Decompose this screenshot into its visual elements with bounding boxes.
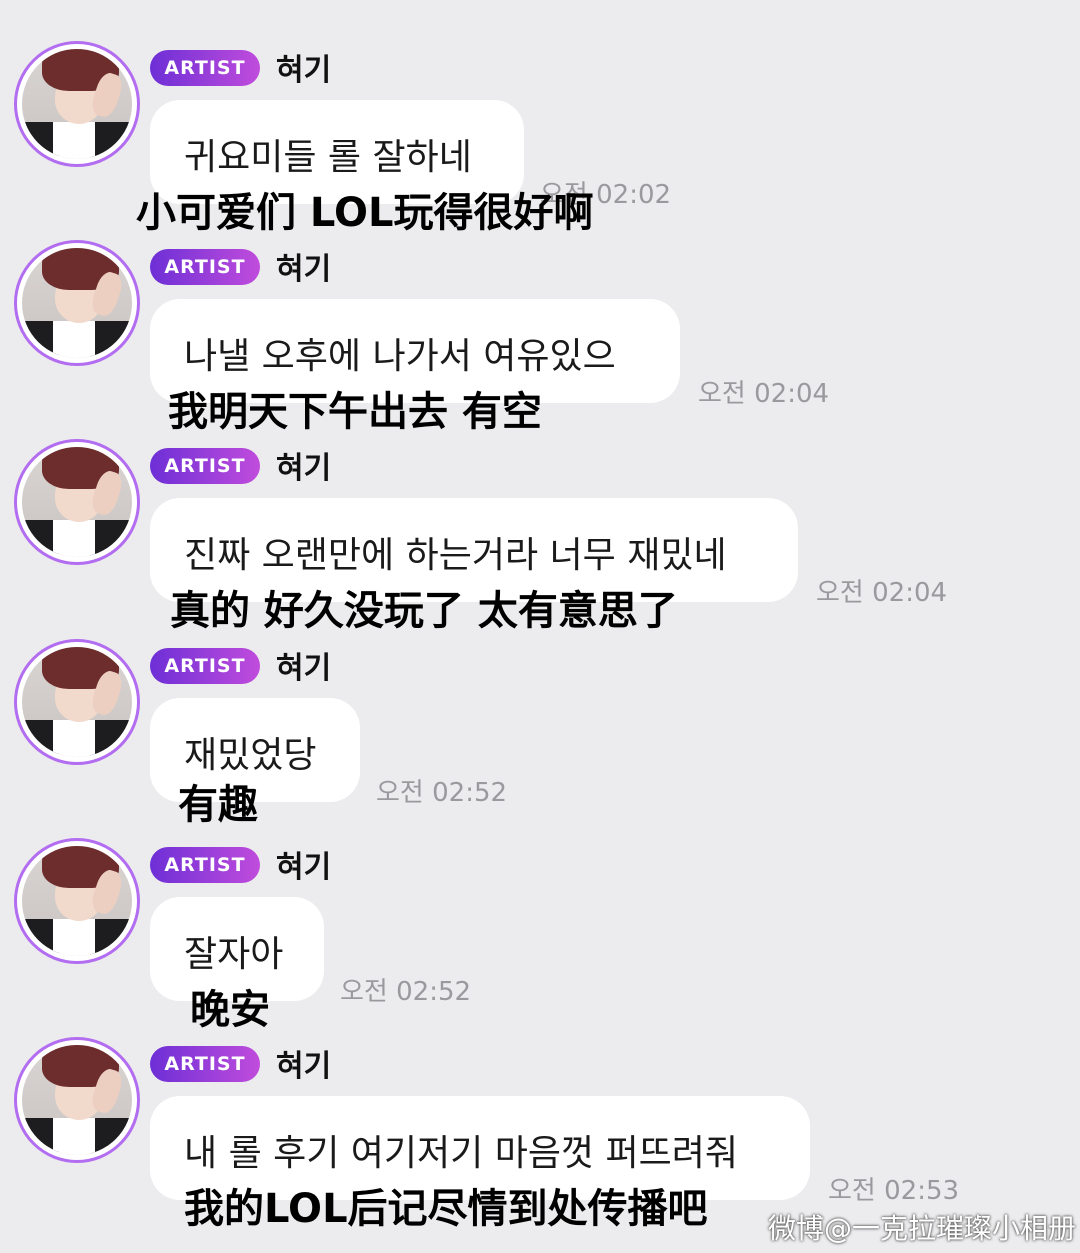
artist-badge: ARTIST xyxy=(150,847,260,883)
sender-name: 혀기 xyxy=(276,53,332,88)
message-text: 진짜 오랜만에 하는거라 너무 재밌네 xyxy=(184,535,727,576)
translation-caption: 我明天下午出去 有空 xyxy=(168,389,542,435)
message-text: 나낼 오후에 나가서 여유있으 xyxy=(184,336,616,377)
sender-name: 혀기 xyxy=(276,252,332,287)
translation-caption: 有趣 xyxy=(178,782,258,828)
weibo-watermark: 微博@一克拉璀璨小相册 xyxy=(768,1212,1077,1245)
message-text: 잘자아 xyxy=(184,934,284,975)
chat-message: ARTIST 혀기 잘자아 오전 02:52 晚安 xyxy=(0,838,1080,1046)
chat-message: ARTIST 혀기 재밌었당 오전 02:52 有趣 xyxy=(0,639,1080,847)
artist-badge: ARTIST xyxy=(150,249,260,285)
translation-caption: 我的LOL后记尽情到处传播吧 xyxy=(184,1186,708,1232)
chat-message: ARTIST 혀기 나낼 오후에 나가서 여유있으 오전 02:04 我明天下午… xyxy=(0,240,1080,448)
artist-avatar[interactable] xyxy=(14,240,140,366)
artist-avatar[interactable] xyxy=(14,838,140,964)
translation-caption: 晚安 xyxy=(190,987,270,1033)
sender-name: 혀기 xyxy=(276,1049,332,1084)
message-time: 오전 02:04 xyxy=(698,379,830,409)
message-time: 오전 02:52 xyxy=(376,778,508,808)
artist-badge: ARTIST xyxy=(150,1046,260,1082)
artist-avatar[interactable] xyxy=(14,639,140,765)
message-time: 오전 02:04 xyxy=(816,578,948,608)
sender-name: 혀기 xyxy=(276,451,332,486)
translation-caption: 真的 好久没玩了 太有意思了 xyxy=(170,588,678,634)
translation-caption: 小可爱们 LOL玩得很好啊 xyxy=(136,190,594,236)
message-time: 오전 02:53 xyxy=(828,1176,960,1206)
chat-message: ARTIST 혀기 진짜 오랜만에 하는거라 너무 재밌네 오전 02:04 真… xyxy=(0,439,1080,647)
sender-name: 혀기 xyxy=(276,651,332,686)
artist-badge: ARTIST xyxy=(150,648,260,684)
artist-avatar[interactable] xyxy=(14,41,140,167)
message-text: 귀요미들 롤 잘하네 xyxy=(184,137,472,178)
artist-badge: ARTIST xyxy=(150,50,260,86)
artist-avatar[interactable] xyxy=(14,439,140,565)
artist-badge: ARTIST xyxy=(150,448,260,484)
message-text: 내 롤 후기 여기저기 마음껏 퍼뜨려줘 xyxy=(184,1133,739,1174)
message-text: 재밌었당 xyxy=(184,735,317,776)
message-time: 오전 02:52 xyxy=(340,977,472,1007)
artist-avatar[interactable] xyxy=(14,1037,140,1163)
sender-name: 혀기 xyxy=(276,850,332,885)
chat-message: ARTIST 혀기 귀요미들 롤 잘하네 오전 02:02 小可爱们 LOL玩得… xyxy=(0,41,1080,249)
